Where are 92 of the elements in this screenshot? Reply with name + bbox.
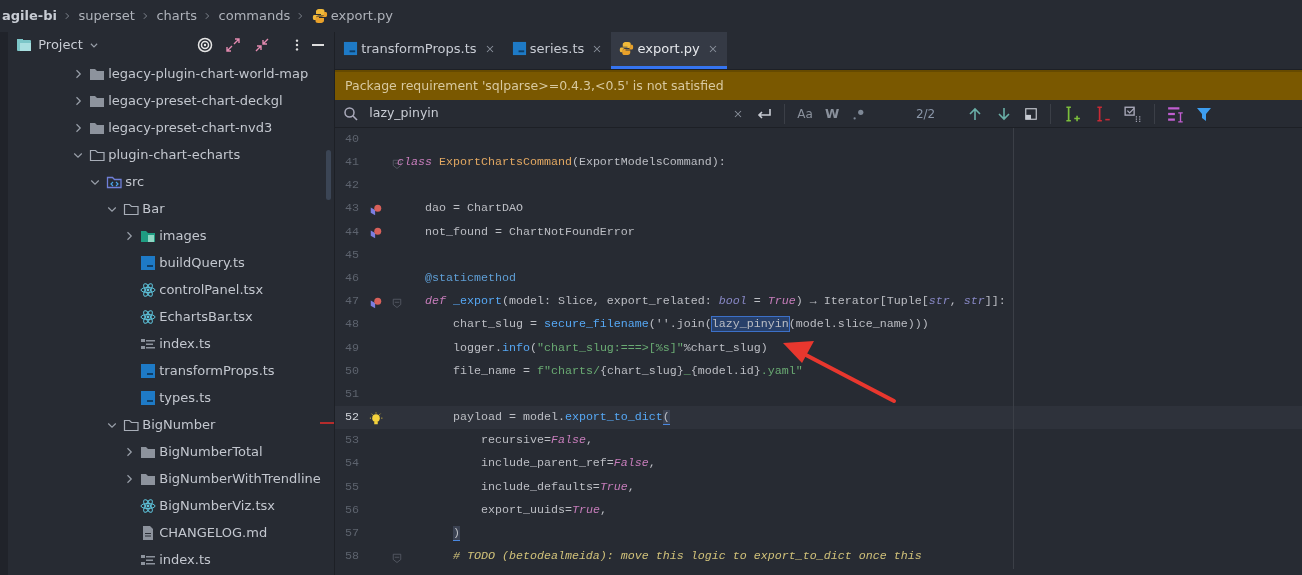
add-caret-icon[interactable] — [1063, 104, 1082, 123]
line-number: 44 — [344, 223, 359, 241]
line-number: 48 — [344, 316, 359, 334]
tree-item[interactable]: BigNumberViz.tsx — [159, 495, 275, 516]
line-number: 40 — [344, 130, 359, 148]
tree-item[interactable]: legacy-preset-chart-nvd3 — [108, 117, 273, 138]
tree-item[interactable]: legacy-preset-chart-deckgl — [108, 90, 283, 111]
line-number: 43 — [344, 200, 359, 218]
error-marker — [320, 422, 334, 424]
code-line: payload = model.export_to_dict( — [451, 409, 670, 427]
search-field[interactable]: lazy_pinyin — [365, 104, 726, 123]
editor-tab[interactable]: series.ts — [503, 32, 612, 69]
tree-item[interactable]: BigNumberWithTrendline — [159, 468, 321, 489]
arrow-down-icon[interactable] — [995, 105, 1012, 122]
override-icon[interactable] — [369, 203, 383, 218]
tree-item[interactable]: index.ts — [159, 333, 211, 354]
expand-icon[interactable] — [225, 37, 242, 53]
code-line: class ExportChartsCommand(ExportModelsCommand): — [397, 154, 726, 172]
python-file-icon — [619, 41, 635, 56]
typescript-file-icon — [140, 362, 157, 379]
breadcrumb-item[interactable]: export.py — [330, 6, 394, 26]
dropdown-caret-icon[interactable] — [89, 40, 99, 50]
code-line: # TODO (betodealmeida): move this logic to export_to_dict once this — [451, 548, 922, 566]
tree-item[interactable]: BigNumberTotal — [159, 441, 263, 462]
search-icon[interactable] — [343, 105, 359, 122]
filter-icon[interactable] — [1195, 105, 1212, 122]
code-line: def _export(model: Slice, export_related: bool = True) → Iterator[Tuple[str, str]]: — [424, 293, 1006, 311]
breadcrumb-item[interactable]: charts — [156, 6, 198, 26]
line-number: 57 — [344, 525, 359, 543]
tree-item[interactable]: buildQuery.ts — [159, 252, 245, 273]
whole-word-toggle[interactable]: W — [825, 103, 840, 124]
scrollbar[interactable] — [326, 150, 331, 200]
code-line: @staticmethod — [424, 269, 516, 287]
tree-item[interactable]: Bar — [142, 198, 165, 219]
checkbox-select-icon[interactable] — [1123, 104, 1142, 123]
match-count: 2/2 — [915, 105, 936, 123]
line-number: 45 — [344, 246, 359, 264]
panel-title[interactable]: Project — [38, 35, 83, 55]
line-number: 42 — [344, 177, 359, 195]
code-line: include_parent_ref=False, — [479, 455, 656, 473]
target-icon[interactable] — [197, 37, 213, 53]
python-file-icon — [311, 8, 328, 24]
line-number: 58 — [344, 548, 359, 566]
tree-item[interactable]: plugin-chart-echarts — [108, 144, 241, 165]
select-all-icon[interactable] — [1023, 106, 1038, 121]
line-number: 46 — [344, 269, 359, 287]
lightbulb-icon[interactable] — [369, 411, 383, 426]
tree-item[interactable]: BigNumber — [142, 414, 216, 435]
line-number: 50 — [344, 362, 359, 380]
breadcrumb-item[interactable]: agile-bi — [2, 6, 57, 26]
breadcrumb-item[interactable]: superset — [78, 6, 135, 26]
code-line: not_found = ChartNotFoundError — [424, 223, 635, 241]
code-line: include_defaults=True, — [479, 478, 635, 496]
code-line: recursive=False, — [479, 432, 593, 450]
typescript-file-icon — [140, 254, 157, 271]
code-line: chart_slug = secure_filename(''.join(lazy_pinyin(model.slice_name))) — [451, 316, 929, 334]
line-number: 56 — [344, 501, 359, 519]
line-number: 52 — [344, 409, 359, 427]
tree-item[interactable]: types.ts — [159, 387, 212, 408]
line-number: 53 — [344, 432, 359, 450]
editor-tab[interactable]: export.py — [611, 32, 727, 69]
code-line: dao = ChartDAO — [424, 200, 523, 218]
project-icon — [16, 37, 32, 53]
breadcrumb-item[interactable]: commands — [218, 6, 291, 26]
tree-item[interactable]: images — [159, 225, 207, 246]
filter-lines-icon[interactable] — [1167, 104, 1186, 123]
tree-item[interactable]: CHANGELOG.md — [159, 522, 268, 543]
code-line: logger.info("chart_slug:===>[%s]"%chart_slug) — [451, 339, 768, 357]
react-file-icon — [140, 497, 157, 514]
tree-item[interactable]: controlPanel.tsx — [159, 279, 264, 300]
react-file-icon — [140, 308, 157, 325]
match-case-toggle[interactable]: Aa — [797, 104, 813, 123]
typescript-file-icon — [140, 389, 157, 406]
override-icon[interactable] — [369, 295, 383, 310]
override-icon[interactable] — [369, 226, 383, 241]
line-number: 54 — [344, 455, 359, 473]
warning-message: Package requirement 'sqlparse>=0.4.3,<0.5' is not satisfied — [345, 76, 724, 95]
tree-item[interactable]: index.ts — [159, 549, 211, 570]
code-line: export_uuids=True, — [479, 501, 607, 519]
collapse-icon[interactable] — [253, 37, 270, 53]
editor-tab[interactable]: transformProps.ts — [335, 32, 504, 69]
tree-item[interactable]: transformProps.ts — [159, 360, 275, 381]
typescript-file-icon — [511, 41, 527, 56]
line-number: 47 — [344, 293, 359, 311]
code-line: file_name = f"charts/{chart_slug}_{model.id}.yaml" — [451, 362, 803, 380]
tree-item[interactable]: legacy-plugin-chart-world-map — [108, 63, 309, 84]
react-file-icon — [140, 281, 157, 298]
line-number: 41 — [344, 154, 359, 172]
line-number: 49 — [344, 339, 359, 357]
typescript-file-icon — [343, 41, 358, 56]
tree-item[interactable]: EchartsBar.tsx — [159, 306, 253, 327]
tree-item[interactable]: src — [125, 171, 145, 192]
